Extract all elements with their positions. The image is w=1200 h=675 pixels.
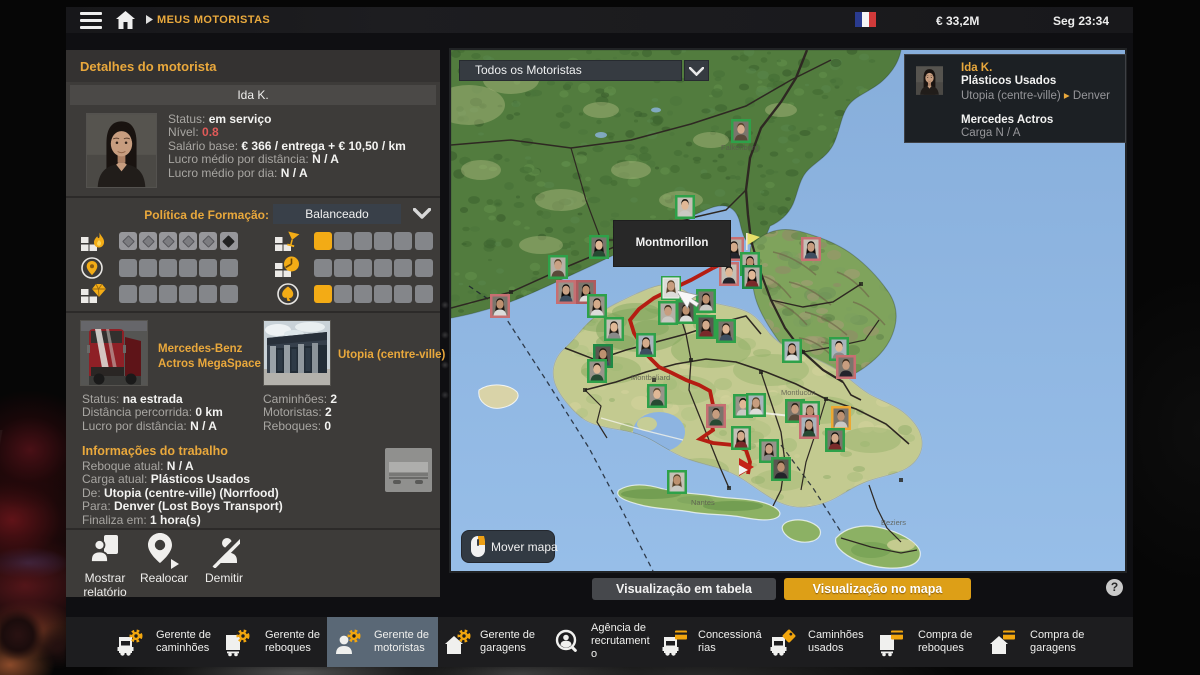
svg-text:Nantes: Nantes (691, 498, 715, 507)
svg-text:Beziers: Beziers (881, 518, 906, 527)
svg-text:Montlucon: Montlucon (781, 388, 816, 397)
svg-text:Falkenberg: Falkenberg (721, 143, 759, 152)
svg-text:Montbeliard: Montbeliard (631, 373, 670, 382)
